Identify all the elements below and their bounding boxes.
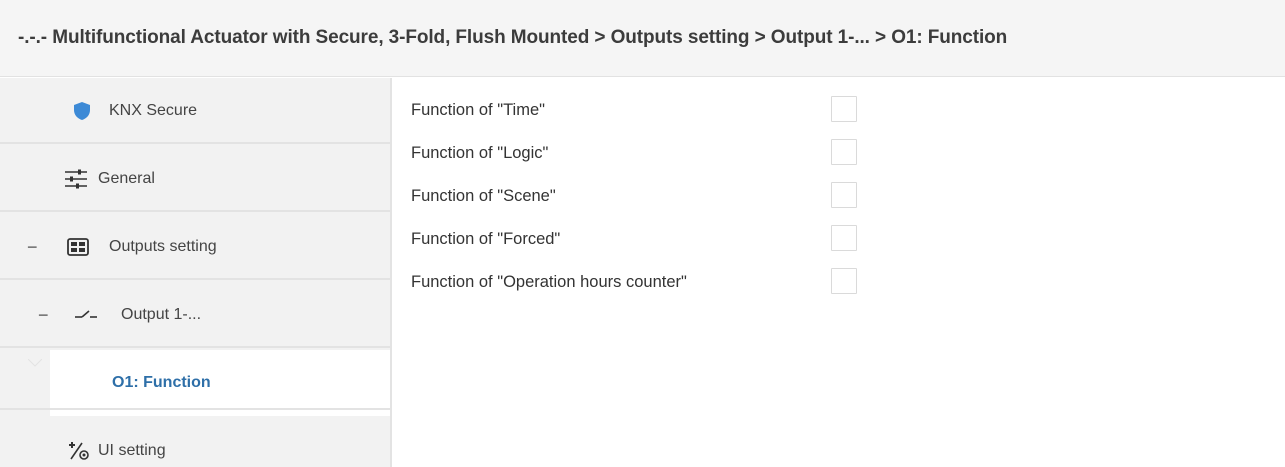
sidebar-item-knx-secure[interactable]: KNX Secure [0,78,390,144]
param-row-logic: Function of "Logic" [411,141,548,165]
parameter-panel: Function of "Time" Function of "Logic" F… [392,78,1285,467]
sidebar-item-label: General [98,170,155,187]
divider [0,346,390,348]
param-label: Function of "Time" [411,100,545,119]
sidebar-item-label: O1: Function [112,374,211,391]
param-row-forced: Function of "Forced" [411,227,560,251]
breadcrumb-bar: -.-.- Multifunctional Actuator with Secu… [0,0,1285,77]
tree-connector-icon [28,359,42,367]
sidebar-item-label: Output 1-... [121,306,202,323]
breadcrumb: -.-.- Multifunctional Actuator with Secu… [18,27,1008,48]
logic-checkbox[interactable] [831,139,857,165]
ui-setting-icon [67,439,91,463]
sidebar-item-output-1[interactable]: − Output 1-... [0,282,390,348]
param-label: Function of "Scene" [411,186,556,205]
divider [0,142,390,144]
divider [0,408,390,410]
sliders-icon [64,167,88,191]
sidebar-item-outputs-setting[interactable]: − Outputs setting [0,214,390,280]
sidebar-item-general[interactable]: General [0,146,390,212]
param-label: Function of "Logic" [411,143,549,162]
sidebar-item-label: KNX Secure [109,102,198,119]
forced-checkbox[interactable] [831,225,857,251]
grid-icon [66,235,90,259]
param-row-operation-hours: Function of "Operation hours counter" [411,270,687,294]
sidebar-item-ui-setting[interactable]: UI setting [0,418,390,467]
switch-icon [74,303,98,327]
sidebar-item-label: Outputs setting [109,238,217,255]
scene-checkbox[interactable] [831,182,857,208]
time-checkbox[interactable] [831,96,857,122]
param-row-time: Function of "Time" [411,98,545,122]
param-label: Function of "Forced" [411,229,561,248]
divider [0,210,390,212]
shield-icon [70,99,94,123]
collapse-icon[interactable]: − [38,305,49,326]
divider [0,278,390,280]
collapse-icon[interactable]: − [27,237,38,258]
sidebar: KNX Secure General − Outputs setting − O… [0,78,392,467]
sidebar-item-label: UI setting [98,442,166,459]
sidebar-item-o1-function[interactable]: O1: Function [50,350,390,416]
operation-hours-checkbox[interactable] [831,268,857,294]
param-row-scene: Function of "Scene" [411,184,556,208]
param-label: Function of "Operation hours counter" [411,272,687,291]
